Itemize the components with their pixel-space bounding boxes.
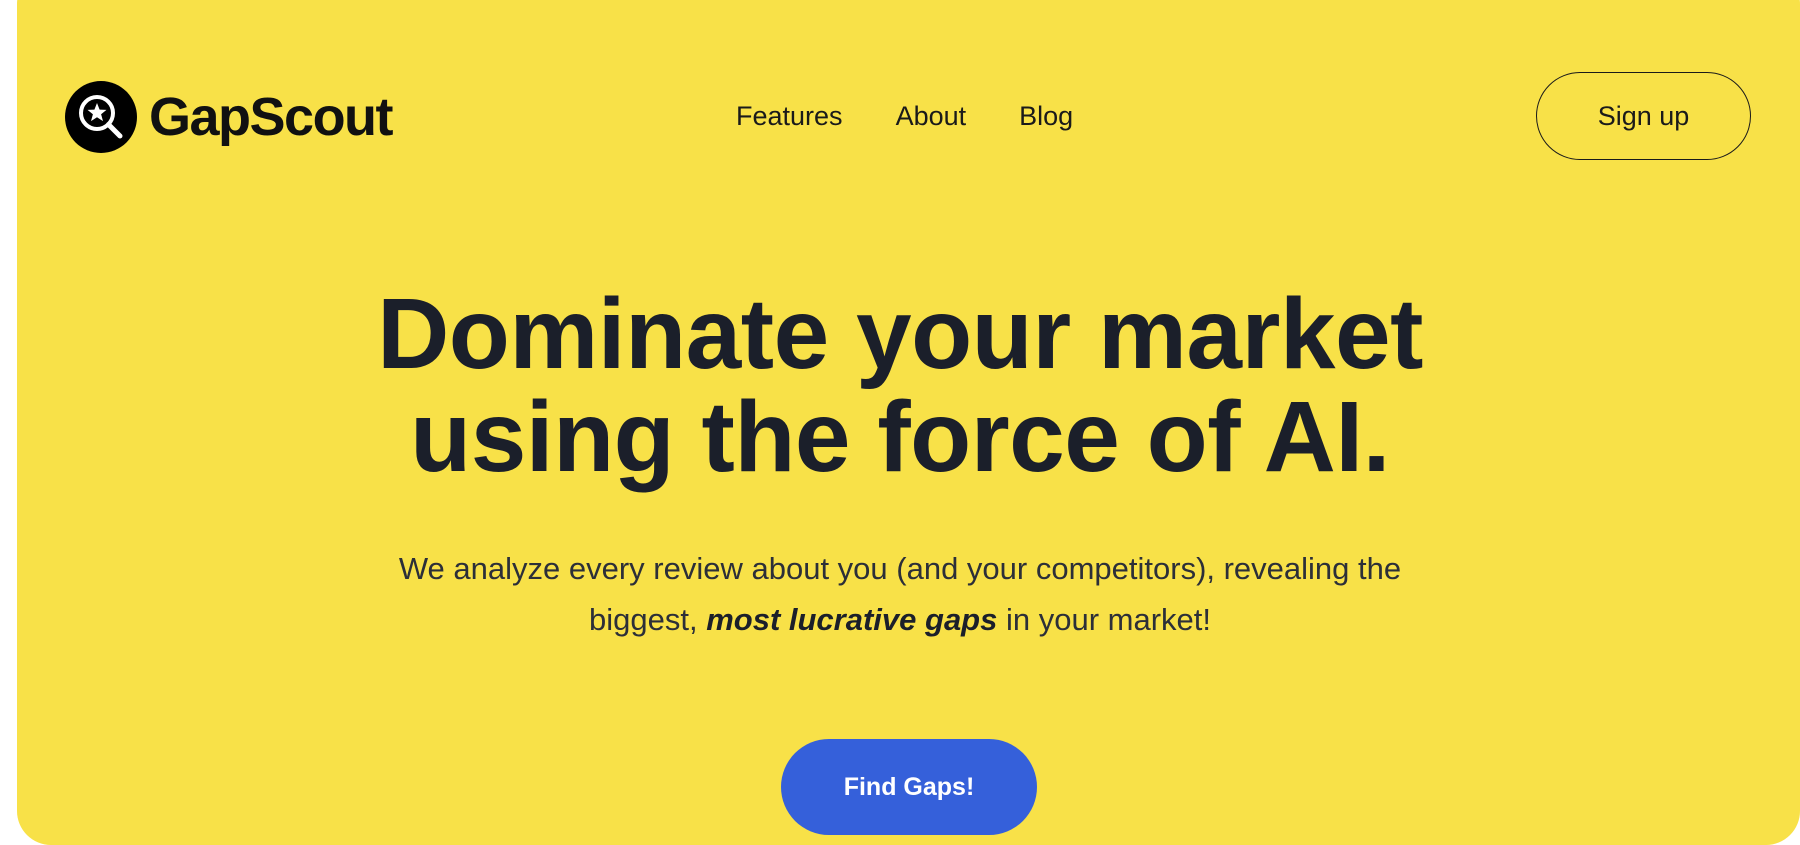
brand-logo[interactable]: GapScout [65, 81, 394, 153]
hero-subtitle: We analyze every review about you (and y… [0, 543, 1800, 645]
signup-button[interactable]: Sign up [1536, 72, 1751, 160]
subtitle-tail: in your market! [1005, 602, 1211, 637]
headline-line-1: Dominate your market [377, 278, 1423, 390]
brand-name: GapScout [149, 87, 394, 147]
subtitle-line-1: We analyze every review about you (and y… [398, 551, 1402, 586]
nav-link-about[interactable]: About [896, 96, 967, 136]
main-nav: Features About Blog [736, 96, 1073, 136]
nav-link-features[interactable]: Features [736, 96, 843, 136]
nav-link-blog[interactable]: Blog [1019, 96, 1073, 136]
subtitle-emphasis: most lucrative gaps [706, 602, 998, 637]
find-gaps-button[interactable]: Find Gaps! [781, 739, 1037, 835]
hero-headline: Dominate your market using the force of A… [0, 283, 1800, 489]
headline-line-2: using the force of AI. [410, 381, 1390, 493]
subtitle-lead: biggest, [589, 602, 698, 637]
magnifier-star-icon [65, 81, 137, 153]
